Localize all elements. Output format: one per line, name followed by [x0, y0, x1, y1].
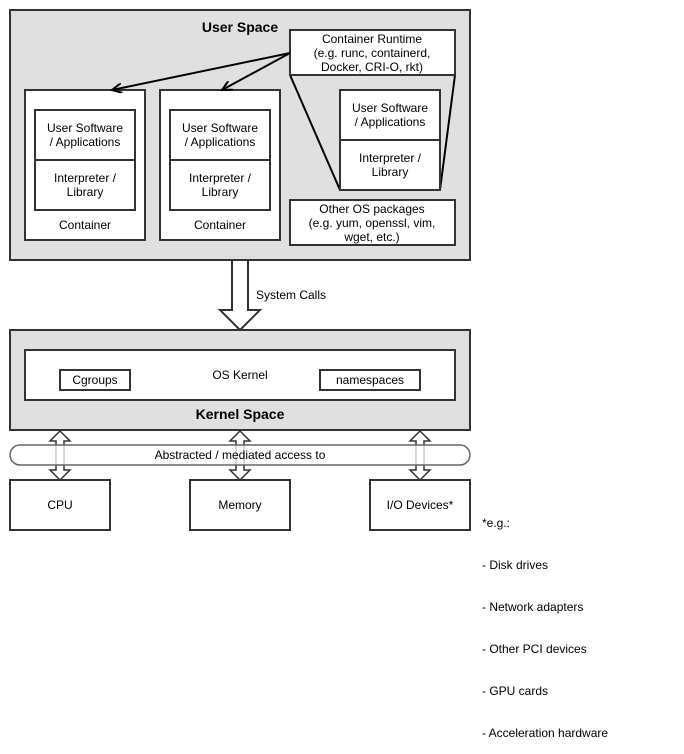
- container-2: User Software / Applications Interpreter…: [159, 89, 281, 241]
- container-1: User Software / Applications Interpreter…: [24, 89, 146, 241]
- user-space-title: User Space: [202, 19, 278, 35]
- svg-text:(e.g. yum, openssl, vim,: (e.g. yum, openssl, vim,: [309, 216, 436, 230]
- container-label: Container: [59, 218, 111, 232]
- lib-line1: Interpreter /: [54, 171, 117, 185]
- cgroups-label: Cgroups: [72, 373, 117, 387]
- other-os-packages-box: Other OS packages (e.g. yum, openssl, vi…: [289, 199, 456, 246]
- svg-text:Other OS packages: Other OS packages: [319, 202, 424, 216]
- app-line2: / Applications: [50, 135, 121, 149]
- app-line2: / Applications: [185, 135, 256, 149]
- lib-line1: Interpreter /: [189, 171, 252, 185]
- svg-text:wget, etc.): wget, etc.): [343, 230, 399, 244]
- footnote-heading: *e.g.:: [482, 516, 511, 530]
- container-runtime-box: Container Runtime (e.g. runc, containerd…: [289, 29, 456, 76]
- os-kernel-label: OS Kernel: [212, 368, 267, 382]
- footnote-item: - Other PCI devices: [482, 642, 587, 656]
- container-label: Container: [194, 218, 246, 232]
- svg-text:Container Runtime: Container Runtime: [322, 32, 422, 46]
- footnote-item: - GPU cards: [482, 684, 549, 698]
- memory-label: Memory: [218, 498, 261, 512]
- app-line1: User Software: [47, 121, 123, 135]
- svg-text:(e.g. runc, containerd,: (e.g. runc, containerd,: [314, 46, 431, 60]
- svg-text:Interpreter /: Interpreter /: [359, 151, 422, 165]
- io-devices-label: I/O Devices*: [387, 498, 454, 512]
- runtime-detail-stack: User Software / Applications Interpreter…: [339, 89, 441, 191]
- svg-text:Docker, CRI-O, rkt): Docker, CRI-O, rkt): [321, 60, 423, 74]
- footnote-item: - Network adapters: [482, 600, 584, 614]
- system-calls-arrow: [217, 261, 263, 332]
- svg-text:Library: Library: [372, 165, 409, 179]
- cpu-label: CPU: [47, 498, 72, 512]
- system-calls-label: System Calls: [256, 288, 326, 302]
- io-footnote: *e.g.: - Disk drives - Network adapters …: [482, 488, 608, 754]
- svg-text:User Software: User Software: [352, 101, 428, 115]
- app-line1: User Software: [182, 121, 258, 135]
- footnote-item: - Acceleration hardware: [482, 726, 609, 740]
- access-bar-label: Abstracted / mediated access to: [155, 448, 326, 462]
- kernel-space-title: Kernel Space: [196, 406, 285, 422]
- footnote-item: - Disk drives: [482, 558, 549, 572]
- svg-text:/ Applications: / Applications: [355, 115, 426, 129]
- namespaces-label: namespaces: [336, 373, 404, 387]
- lib-line2: Library: [67, 185, 104, 199]
- lib-line2: Library: [202, 185, 239, 199]
